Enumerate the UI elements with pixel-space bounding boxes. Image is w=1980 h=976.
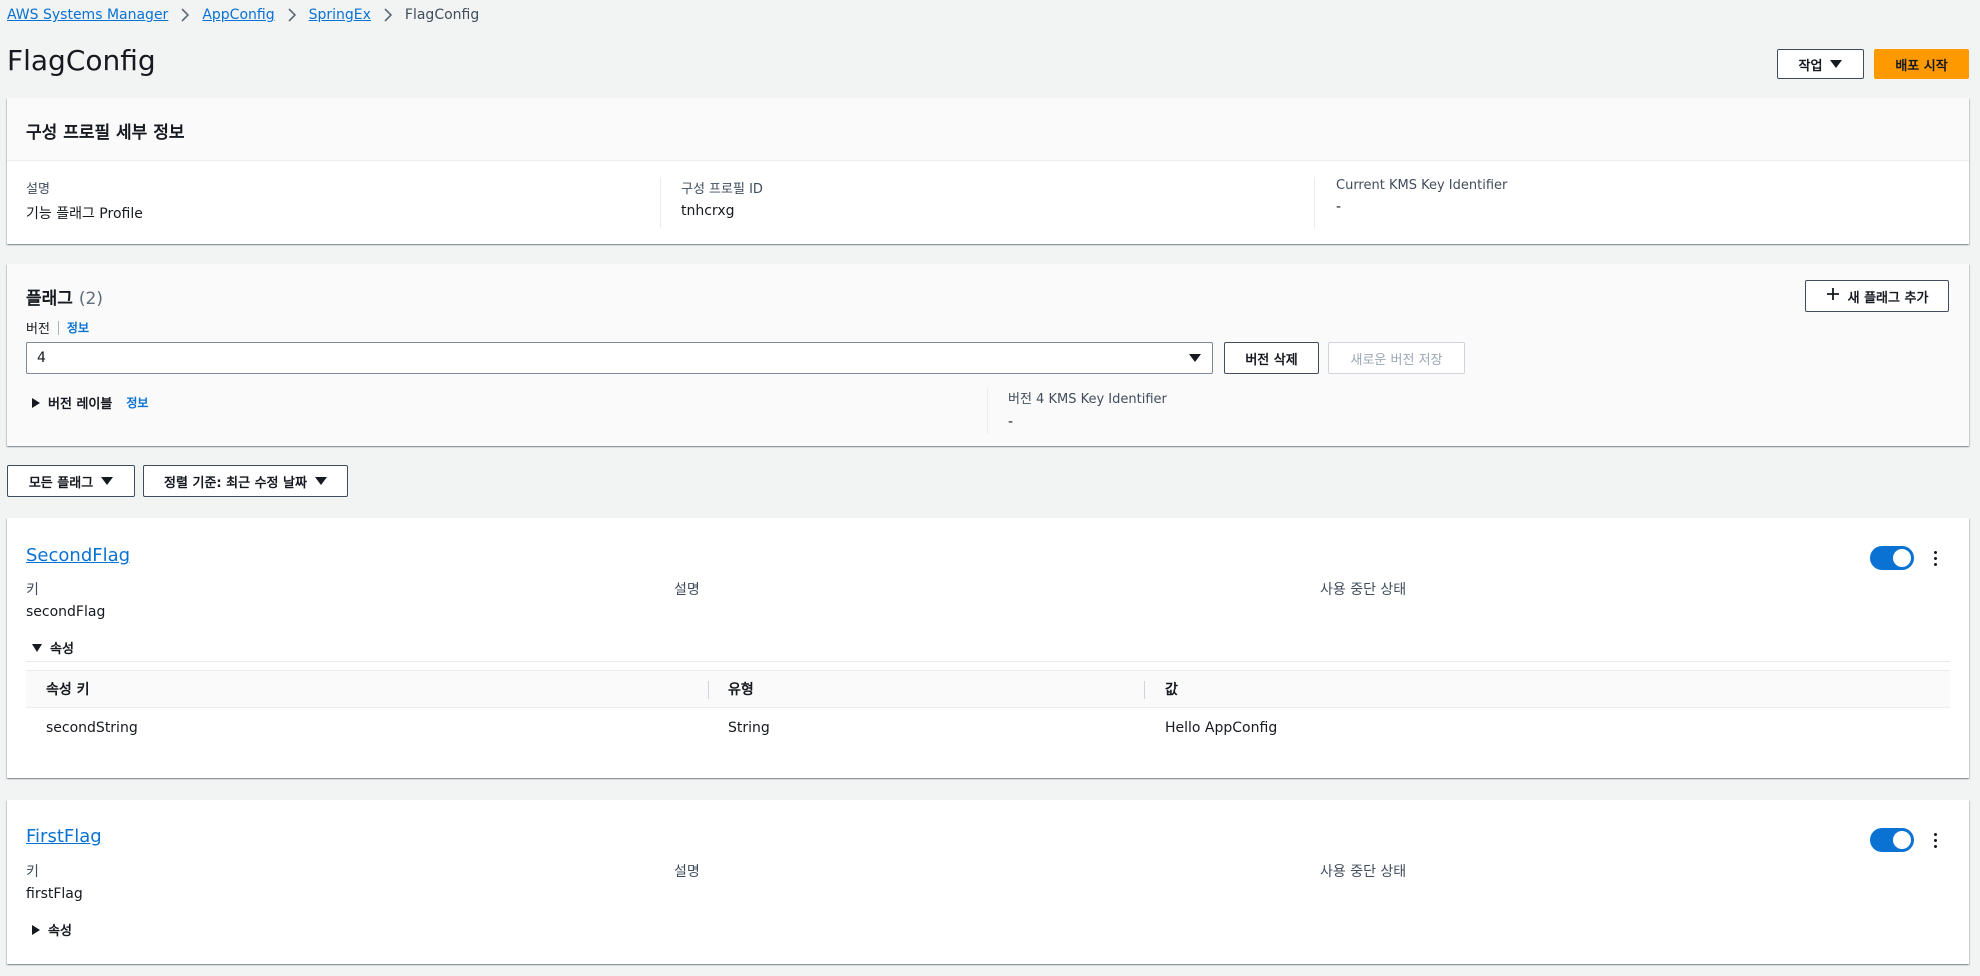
version-kms-value: - [1008, 414, 1014, 430]
version-label-row: 버전 정보 [26, 318, 89, 337]
caret-down-icon [314, 477, 327, 485]
caret-down-icon [1830, 60, 1843, 68]
start-deployment-button[interactable]: 배포 시작 [1874, 49, 1969, 79]
add-new-flag-button[interactable]: 새 플래그 추가 [1805, 280, 1949, 312]
column-divider [660, 177, 661, 228]
divider [57, 320, 59, 335]
chevron-right-icon [180, 8, 190, 22]
breadcrumb-systems-manager[interactable]: AWS Systems Manager [7, 7, 168, 23]
sort-by-label: 정렬 기준: 최근 수정 날짜 [164, 475, 307, 491]
attribute-value-cell: Hello AppConfig [1165, 720, 1278, 736]
deprecation-status-label: 사용 중단 상태 [1320, 582, 1407, 598]
plus-icon [1826, 287, 1840, 305]
version-labels-label: 버전 레이블 [48, 397, 113, 412]
description-label: 설명 [674, 864, 700, 880]
caret-down-icon [1189, 354, 1201, 362]
flag-card: SecondFlag 키 secondFlag 설명 사용 중단 상태 속성 속… [7, 518, 1969, 778]
column-divider [1144, 681, 1145, 699]
column-header-type: 유형 [728, 682, 754, 698]
profile-id-label: 구성 프로필 ID [681, 182, 763, 197]
version-kms-label: 버전 4 KMS Key Identifier [1008, 392, 1167, 407]
all-flags-filter[interactable]: 모든 플래그 [7, 465, 135, 497]
column-header-attribute-key: 속성 키 [46, 682, 90, 698]
key-value: firstFlag [26, 886, 83, 902]
save-new-version-button[interactable]: 새로운 버전 저장 [1328, 342, 1465, 374]
flags-panel: 플래그 (2) 새 플래그 추가 버전 정보 4 버전 삭제 새로운 버전 저장… [7, 264, 1969, 446]
description-value: 기능 플래그 Profile [26, 206, 143, 222]
attributes-expander[interactable]: 속성 [32, 920, 72, 939]
more-options-icon[interactable] [1927, 830, 1943, 850]
delete-version-button[interactable]: 버전 삭제 [1224, 342, 1319, 374]
key-label: 키 [26, 864, 39, 880]
version-select[interactable]: 4 [26, 342, 1213, 374]
version-labels-info-link[interactable]: 정보 [126, 394, 148, 411]
profile-details-header: 구성 프로필 세부 정보 [7, 98, 1969, 161]
attributes-table-header: 속성 키 유형 값 [26, 670, 1950, 708]
flag-enabled-toggle[interactable] [1870, 546, 1914, 570]
version-info-link[interactable]: 정보 [67, 319, 89, 336]
column-divider [708, 681, 709, 699]
profile-id-field: 구성 프로필 ID tnhcrxg [681, 178, 763, 219]
breadcrumb-appconfig[interactable]: AppConfig [202, 7, 274, 23]
flag-card: FirstFlag 키 firstFlag 설명 사용 중단 상태 속성 [7, 800, 1969, 964]
sort-by-dropdown[interactable]: 정렬 기준: 최근 수정 날짜 [143, 465, 348, 497]
divider [26, 661, 1950, 662]
chevron-right-icon [383, 8, 393, 22]
caret-down-icon [32, 643, 42, 652]
kms-label: Current KMS Key Identifier [1336, 178, 1508, 193]
more-options-icon[interactable] [1927, 548, 1943, 568]
attributes-label: 속성 [48, 924, 72, 939]
key-label: 키 [26, 582, 39, 598]
version-kms-field: 버전 4 KMS Key Identifier - [1008, 388, 1167, 430]
actions-button-label: 작업 [1798, 58, 1823, 74]
profile-details-title: 구성 프로필 세부 정보 [26, 123, 185, 143]
attributes-label: 속성 [50, 642, 74, 657]
column-divider [987, 388, 988, 434]
attributes-expander[interactable]: 속성 [32, 638, 74, 657]
version-label: 버전 [26, 322, 50, 337]
flags-heading: 플래그 (2) [26, 284, 103, 309]
breadcrumb-current: FlagConfig [404, 7, 480, 23]
caret-right-icon [32, 924, 40, 935]
kms-field: Current KMS Key Identifier - [1336, 178, 1507, 215]
breadcrumb: AWS Systems Manager AppConfig SpringEx F… [7, 4, 479, 26]
deprecation-status-label: 사용 중단 상태 [1320, 864, 1407, 880]
flag-name-link[interactable]: SecondFlag [26, 545, 130, 566]
description-label: 설명 [26, 182, 50, 197]
attributes-table: 속성 키 유형 값 secondString String Hello AppC… [26, 670, 1950, 748]
flag-name-link[interactable]: FirstFlag [26, 826, 102, 847]
profile-id-value: tnhcrxg [681, 203, 735, 219]
profile-details-panel: 구성 프로필 세부 정보 설명 기능 플래그 Profile 구성 프로필 ID… [7, 98, 1969, 244]
column-divider [1314, 177, 1315, 228]
caret-right-icon [32, 397, 40, 408]
attribute-type-cell: String [728, 720, 770, 736]
flag-enabled-toggle[interactable] [1870, 828, 1914, 852]
description-label: 설명 [674, 582, 700, 598]
attribute-key-cell: secondString [46, 720, 138, 736]
add-new-flag-label: 새 플래그 추가 [1847, 290, 1929, 306]
chevron-right-icon [287, 8, 297, 22]
key-value: secondFlag [26, 604, 106, 620]
breadcrumb-springex[interactable]: SpringEx [309, 7, 371, 23]
table-row: secondString String Hello AppConfig [26, 708, 1950, 748]
caret-down-icon [101, 477, 114, 485]
description-field: 설명 기능 플래그 Profile [26, 178, 143, 223]
header-actions: 작업 배포 시작 [1777, 49, 1969, 79]
profile-details-body: 설명 기능 플래그 Profile 구성 프로필 ID tnhcrxg Curr… [7, 161, 1969, 244]
version-labels-expander[interactable]: 버전 레이블 정보 [32, 393, 148, 412]
all-flags-label: 모든 플래그 [28, 475, 94, 491]
kms-value: - [1336, 199, 1342, 215]
actions-dropdown-button[interactable]: 작업 [1777, 49, 1864, 79]
version-select-value: 4 [37, 350, 46, 366]
column-header-value: 값 [1165, 682, 1178, 698]
flags-title: 플래그 [26, 289, 73, 309]
page-title: FlagConfig [7, 44, 156, 77]
flags-count: (2) [78, 289, 104, 309]
